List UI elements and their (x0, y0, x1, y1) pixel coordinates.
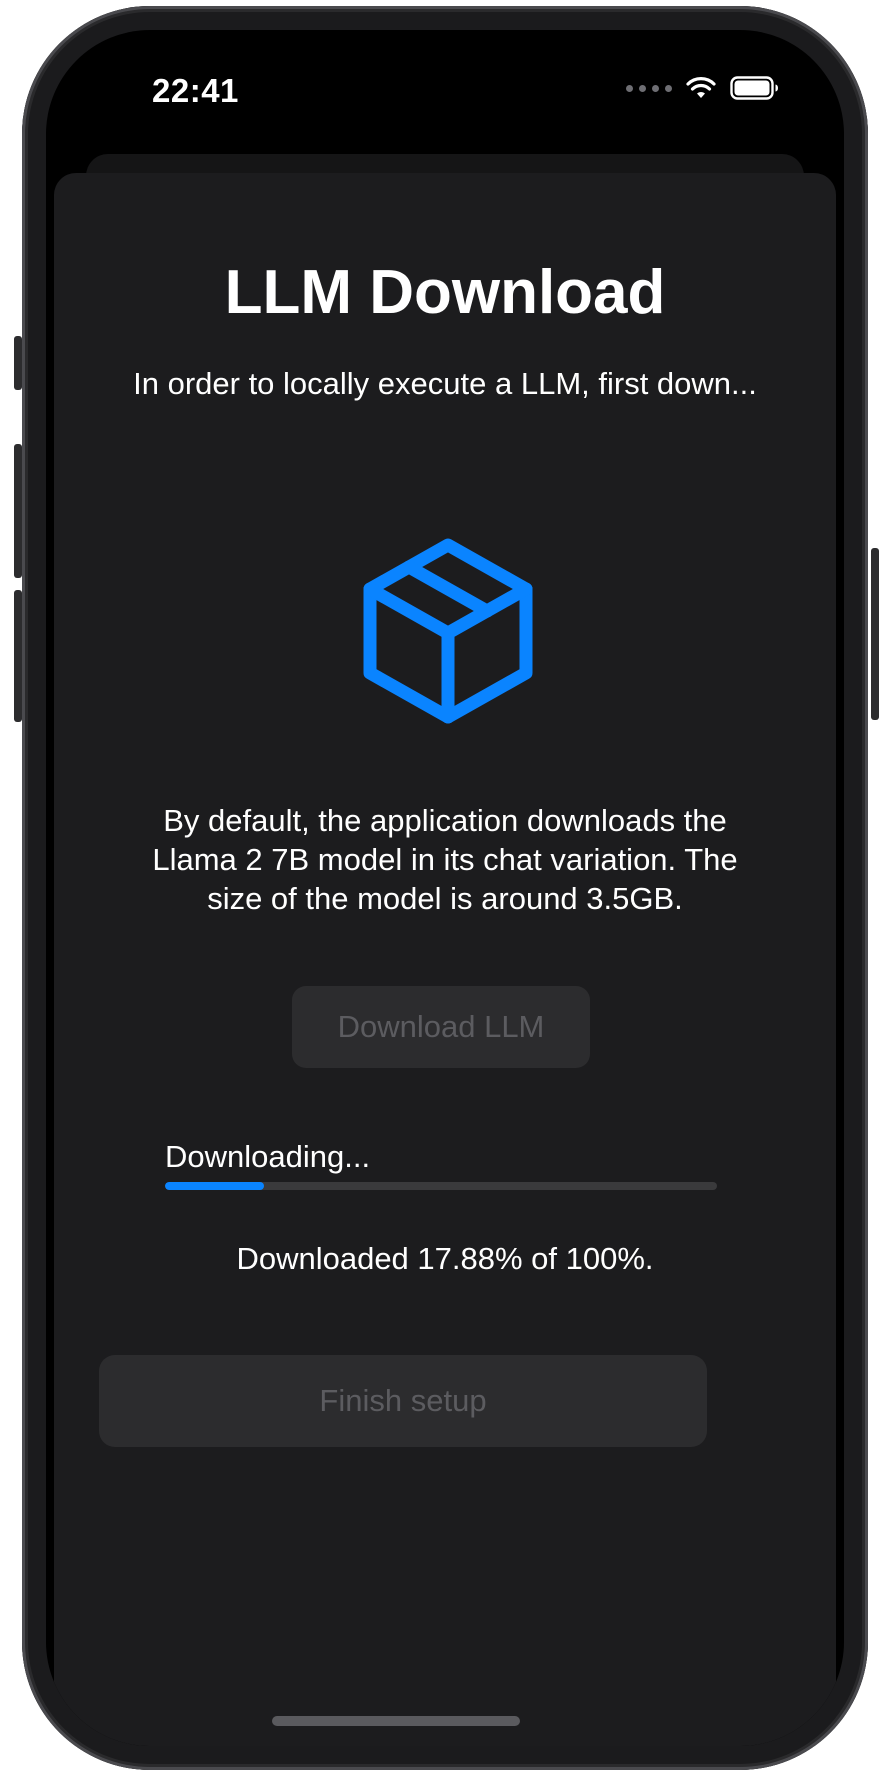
download-status-text: Downloaded 17.88% of 100%. (236, 1241, 654, 1276)
model-description: By default, the application downloads th… (152, 803, 738, 916)
finish-setup-button[interactable]: Finish setup (99, 1355, 707, 1447)
progress-fill (165, 1182, 264, 1190)
shippingbox-icon (363, 538, 533, 724)
status-time: 22:41 (152, 72, 239, 109)
status-icons (626, 76, 780, 100)
battery-icon (730, 76, 778, 100)
volume-up-button (14, 444, 22, 578)
side-button (871, 548, 879, 720)
home-indicator[interactable] (272, 1716, 520, 1726)
action-button (14, 336, 22, 390)
download-progress-bar (165, 1182, 717, 1190)
page-title: LLM Download (224, 258, 666, 327)
volume-down-button (14, 590, 22, 722)
wifi-icon (686, 77, 716, 98)
progress-label: Downloading... (165, 1139, 371, 1174)
onboarding-sheet: LLM Download In order to locally execute… (54, 173, 836, 1746)
download-llm-button[interactable]: Download LLM (292, 986, 590, 1068)
page-subtitle: In order to locally execute a LLM, first… (133, 366, 757, 401)
screen: 22:41 LLM Download In order to locally e… (46, 30, 844, 1746)
cellular-dots-icon (626, 84, 672, 92)
